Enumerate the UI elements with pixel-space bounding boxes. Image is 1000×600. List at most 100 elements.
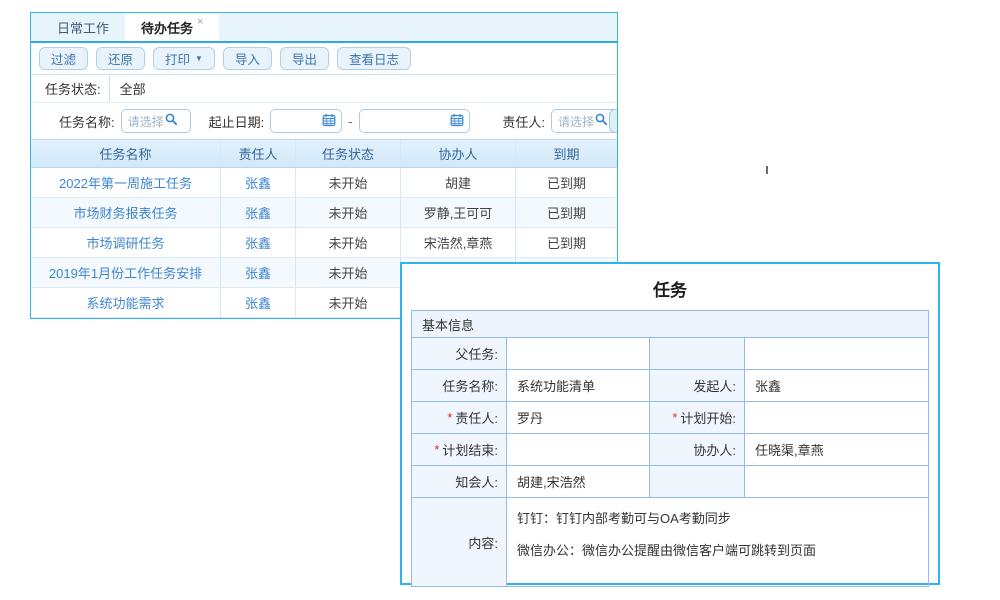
status-filter-row: 任务状态: 全部 bbox=[31, 75, 617, 103]
owner-label-text: 责任人: bbox=[455, 408, 498, 427]
search-icon[interactable] bbox=[594, 112, 609, 130]
view-log-button[interactable]: 查看日志 bbox=[337, 47, 411, 70]
task-assistants: 罗静,王可可 bbox=[401, 198, 516, 227]
task-status: 未开始 bbox=[296, 168, 401, 197]
task-name-link[interactable]: 系统功能需求 bbox=[31, 288, 221, 317]
filter-button-label: 过滤 bbox=[51, 49, 76, 68]
export-button[interactable]: 导出 bbox=[280, 47, 329, 70]
form-row-parent-task: 父任务: bbox=[412, 338, 928, 370]
task-name-link[interactable]: 2019年1月份工作任务安排 bbox=[31, 258, 221, 287]
form-row-informed: 知会人: 胡建,宋浩然 bbox=[412, 466, 928, 498]
chevron-down-icon: ▼ bbox=[195, 54, 203, 63]
view-log-button-label: 查看日志 bbox=[349, 49, 399, 68]
date-to-input[interactable] bbox=[359, 109, 471, 133]
task-assistants: 宋浩然,章燕 bbox=[401, 228, 516, 257]
empty-label-cell bbox=[650, 338, 745, 369]
export-button-label: 导出 bbox=[292, 49, 317, 68]
import-button-label: 导入 bbox=[235, 49, 260, 68]
status-filter-label: 任务状态: bbox=[31, 79, 109, 98]
calendar-icon[interactable] bbox=[450, 113, 464, 130]
status-filter-select[interactable]: 全部 bbox=[109, 75, 617, 102]
task-status: 未开始 bbox=[296, 258, 401, 287]
tab-close-icon[interactable]: × bbox=[197, 16, 203, 28]
import-button[interactable]: 导入 bbox=[223, 47, 272, 70]
content-value[interactable]: 钉钉：钉钉内部考勤可与OA考勤同步 微信办公：微信办公提醒由微信客户端可跳转到页… bbox=[507, 498, 928, 586]
search-icon[interactable] bbox=[164, 112, 179, 130]
initiator-label: 发起人: bbox=[650, 370, 745, 401]
plan-end-label-text: 计划结束: bbox=[442, 440, 498, 459]
parent-task-value[interactable] bbox=[507, 338, 650, 369]
date-from-input[interactable] bbox=[270, 109, 342, 133]
owner-link[interactable]: 张鑫 bbox=[221, 198, 296, 227]
task-due: 已到期 bbox=[516, 228, 617, 257]
print-button-label: 打印 bbox=[165, 49, 190, 68]
owner-picker-input[interactable]: 请选择 bbox=[551, 109, 617, 133]
tab-todo-tasks[interactable]: 待办任务 × bbox=[125, 13, 219, 41]
table-row[interactable]: 市场财务报表任务 张鑫 未开始 罗静,王可可 已到期 bbox=[31, 198, 617, 228]
owner-placeholder: 请选择 bbox=[558, 113, 594, 130]
restore-button[interactable]: 还原 bbox=[96, 47, 145, 70]
restore-button-label: 还原 bbox=[108, 49, 133, 68]
task-assistants: 胡建 bbox=[401, 168, 516, 197]
owner-filter-label: 责任人: bbox=[502, 112, 545, 131]
content-line: 微信办公：微信办公提醒由微信客户端可跳转到页面 bbox=[517, 542, 918, 560]
owner-link[interactable]: 张鑫 bbox=[221, 258, 296, 287]
tab-label: 日常工作 bbox=[57, 18, 109, 37]
assistant-value[interactable]: 任晓渠,章燕 bbox=[745, 434, 928, 465]
tab-daily-work[interactable]: 日常工作 bbox=[41, 13, 125, 41]
plan-start-value[interactable] bbox=[745, 402, 928, 433]
task-due: 已到期 bbox=[516, 168, 617, 197]
task-name-placeholder: 请选择 bbox=[128, 113, 164, 130]
search-filter-row: 任务名称: 请选择 起止日期: - 责任人: bbox=[31, 103, 617, 139]
column-header-status[interactable]: 任务状态 bbox=[296, 140, 401, 167]
content-label: 内容: bbox=[412, 498, 507, 586]
task-name-link[interactable]: 市场财务报表任务 bbox=[31, 198, 221, 227]
informed-value[interactable]: 胡建,宋浩然 bbox=[507, 466, 650, 497]
owner-link[interactable]: 张鑫 bbox=[221, 228, 296, 257]
section-header-basic-info: 基本信息 bbox=[412, 311, 928, 338]
plan-end-label: * 计划结束: bbox=[412, 434, 507, 465]
tab-bar: 日常工作 待办任务 × bbox=[31, 13, 617, 43]
initiator-value: 张鑫 bbox=[745, 370, 928, 401]
empty-value-cell bbox=[745, 466, 928, 497]
calendar-icon[interactable] bbox=[322, 113, 336, 130]
plan-start-label: * 计划开始: bbox=[650, 402, 745, 433]
table-row[interactable]: 市场调研任务 张鑫 未开始 宋浩然,章燕 已到期 bbox=[31, 228, 617, 258]
task-name-value[interactable]: 系统功能清单 bbox=[507, 370, 650, 401]
filter-button[interactable]: 过滤 bbox=[39, 47, 88, 70]
status-filter-value: 全部 bbox=[120, 79, 146, 98]
print-button[interactable]: 打印 ▼ bbox=[153, 47, 215, 70]
task-status: 未开始 bbox=[296, 288, 401, 317]
form-row-content: 内容: 钉钉：钉钉内部考勤可与OA考勤同步 微信办公：微信办公提醒由微信客户端可… bbox=[412, 498, 928, 586]
date-range-filter-label: 起止日期: bbox=[209, 112, 265, 131]
task-due: 已到期 bbox=[516, 198, 617, 227]
owner-label: * 责任人: bbox=[412, 402, 507, 433]
task-name-link[interactable]: 市场调研任务 bbox=[31, 228, 221, 257]
stray-mark bbox=[766, 166, 768, 174]
date-range-separator: - bbox=[348, 114, 352, 129]
task-name-filter-label: 任务名称: bbox=[59, 112, 115, 131]
owner-link[interactable]: 张鑫 bbox=[221, 288, 296, 317]
owner-value[interactable]: 罗丹 bbox=[507, 402, 650, 433]
column-header-due[interactable]: 到期 bbox=[516, 140, 617, 167]
form-row-task-name: 任务名称: 系统功能清单 发起人: 张鑫 bbox=[412, 370, 928, 402]
owner-link[interactable]: 张鑫 bbox=[221, 168, 296, 197]
form-row-owner: * 责任人: 罗丹 * 计划开始: bbox=[412, 402, 928, 434]
task-status: 未开始 bbox=[296, 198, 401, 227]
task-name-picker-input[interactable]: 请选择 bbox=[121, 109, 191, 133]
tab-label: 待办任务 bbox=[141, 18, 193, 37]
informed-label: 知会人: bbox=[412, 466, 507, 497]
query-button[interactable]: 查询 bbox=[609, 109, 618, 133]
column-header-task-name[interactable]: 任务名称 bbox=[31, 140, 221, 167]
parent-task-label: 父任务: bbox=[412, 338, 507, 369]
task-name-link[interactable]: 2022年第一周施工任务 bbox=[31, 168, 221, 197]
plan-end-value[interactable] bbox=[507, 434, 650, 465]
table-header-row: 任务名称 责任人 任务状态 协办人 到期 bbox=[31, 139, 617, 168]
column-header-assistants[interactable]: 协办人 bbox=[401, 140, 516, 167]
plan-start-label-text: 计划开始: bbox=[680, 408, 736, 427]
column-header-owner[interactable]: 责任人 bbox=[221, 140, 296, 167]
page-title: 任务 bbox=[402, 276, 938, 301]
table-row[interactable]: 2022年第一周施工任务 张鑫 未开始 胡建 已到期 bbox=[31, 168, 617, 198]
empty-value-cell bbox=[745, 338, 928, 369]
required-icon: * bbox=[434, 442, 439, 457]
